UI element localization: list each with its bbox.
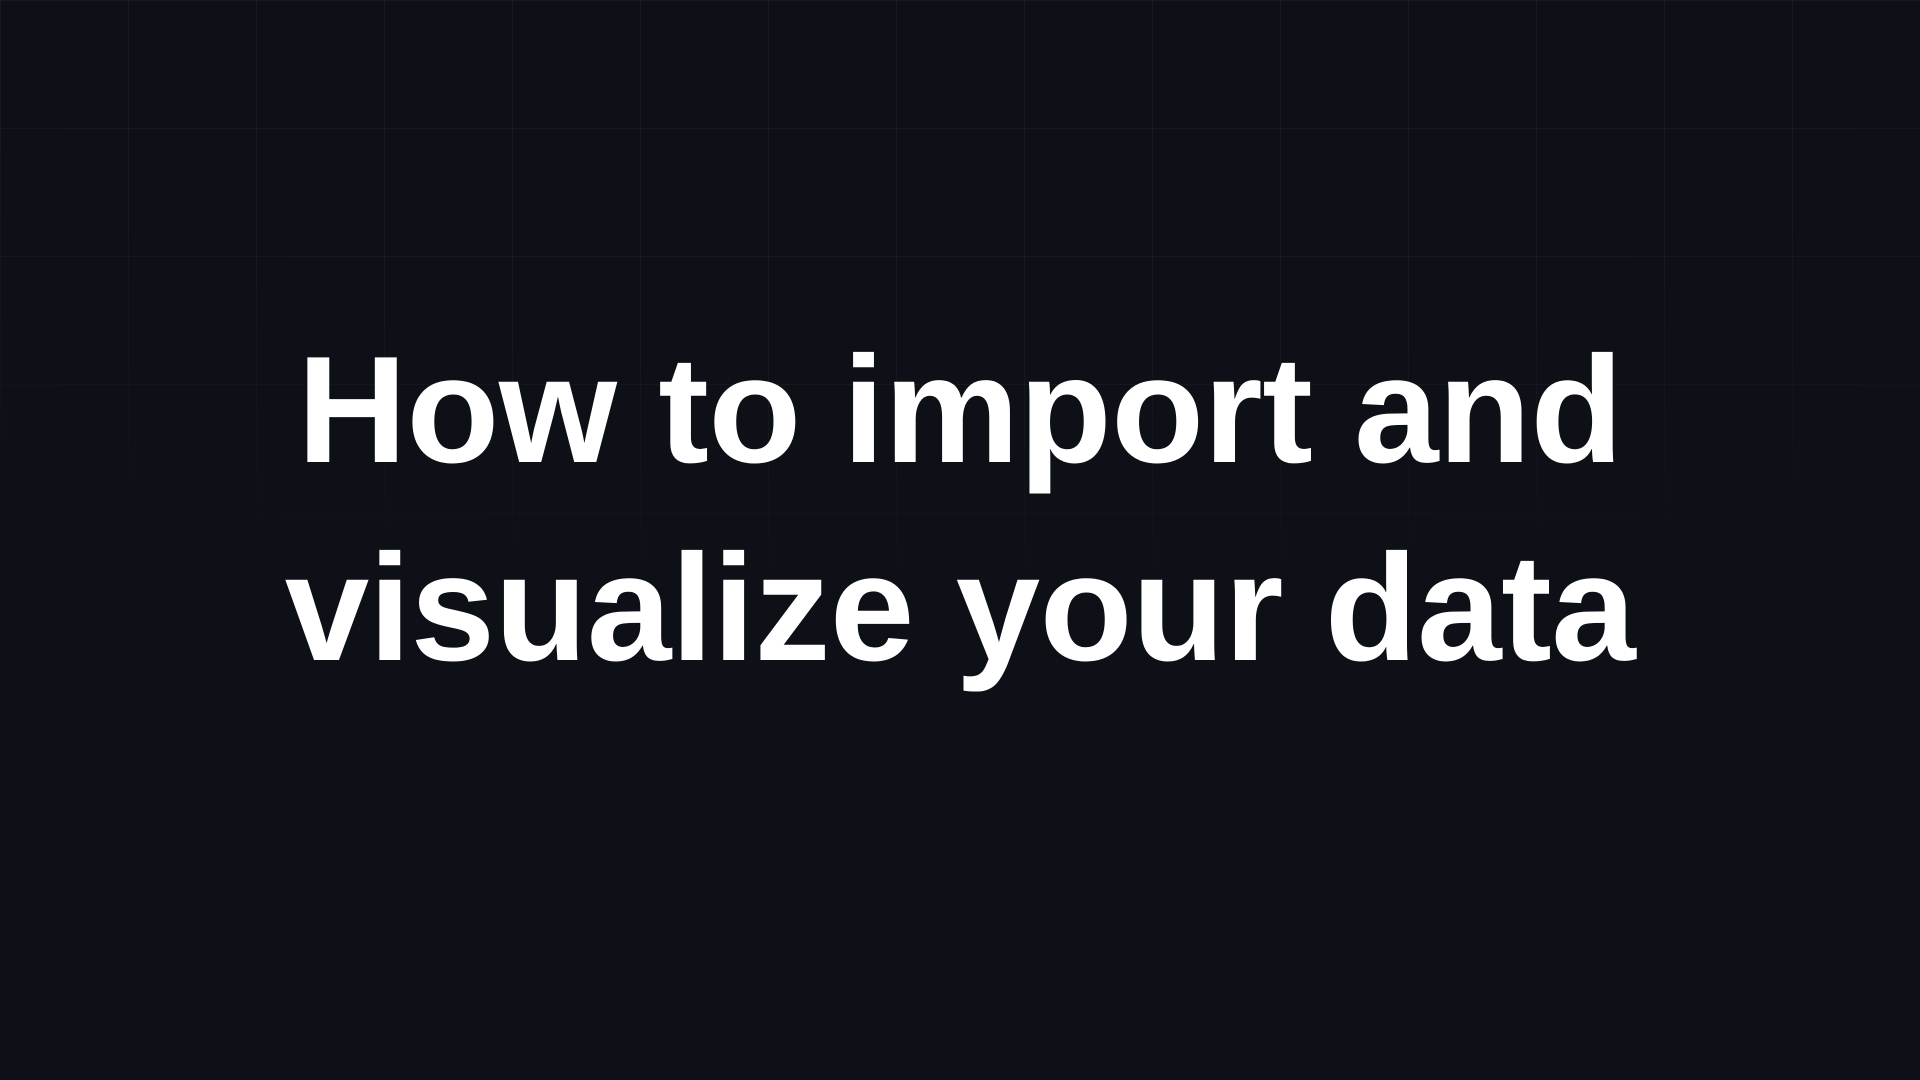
slide-container: How to import and visualize your data: [0, 0, 1920, 1080]
slide-title: How to import and visualize your data: [160, 312, 1760, 707]
